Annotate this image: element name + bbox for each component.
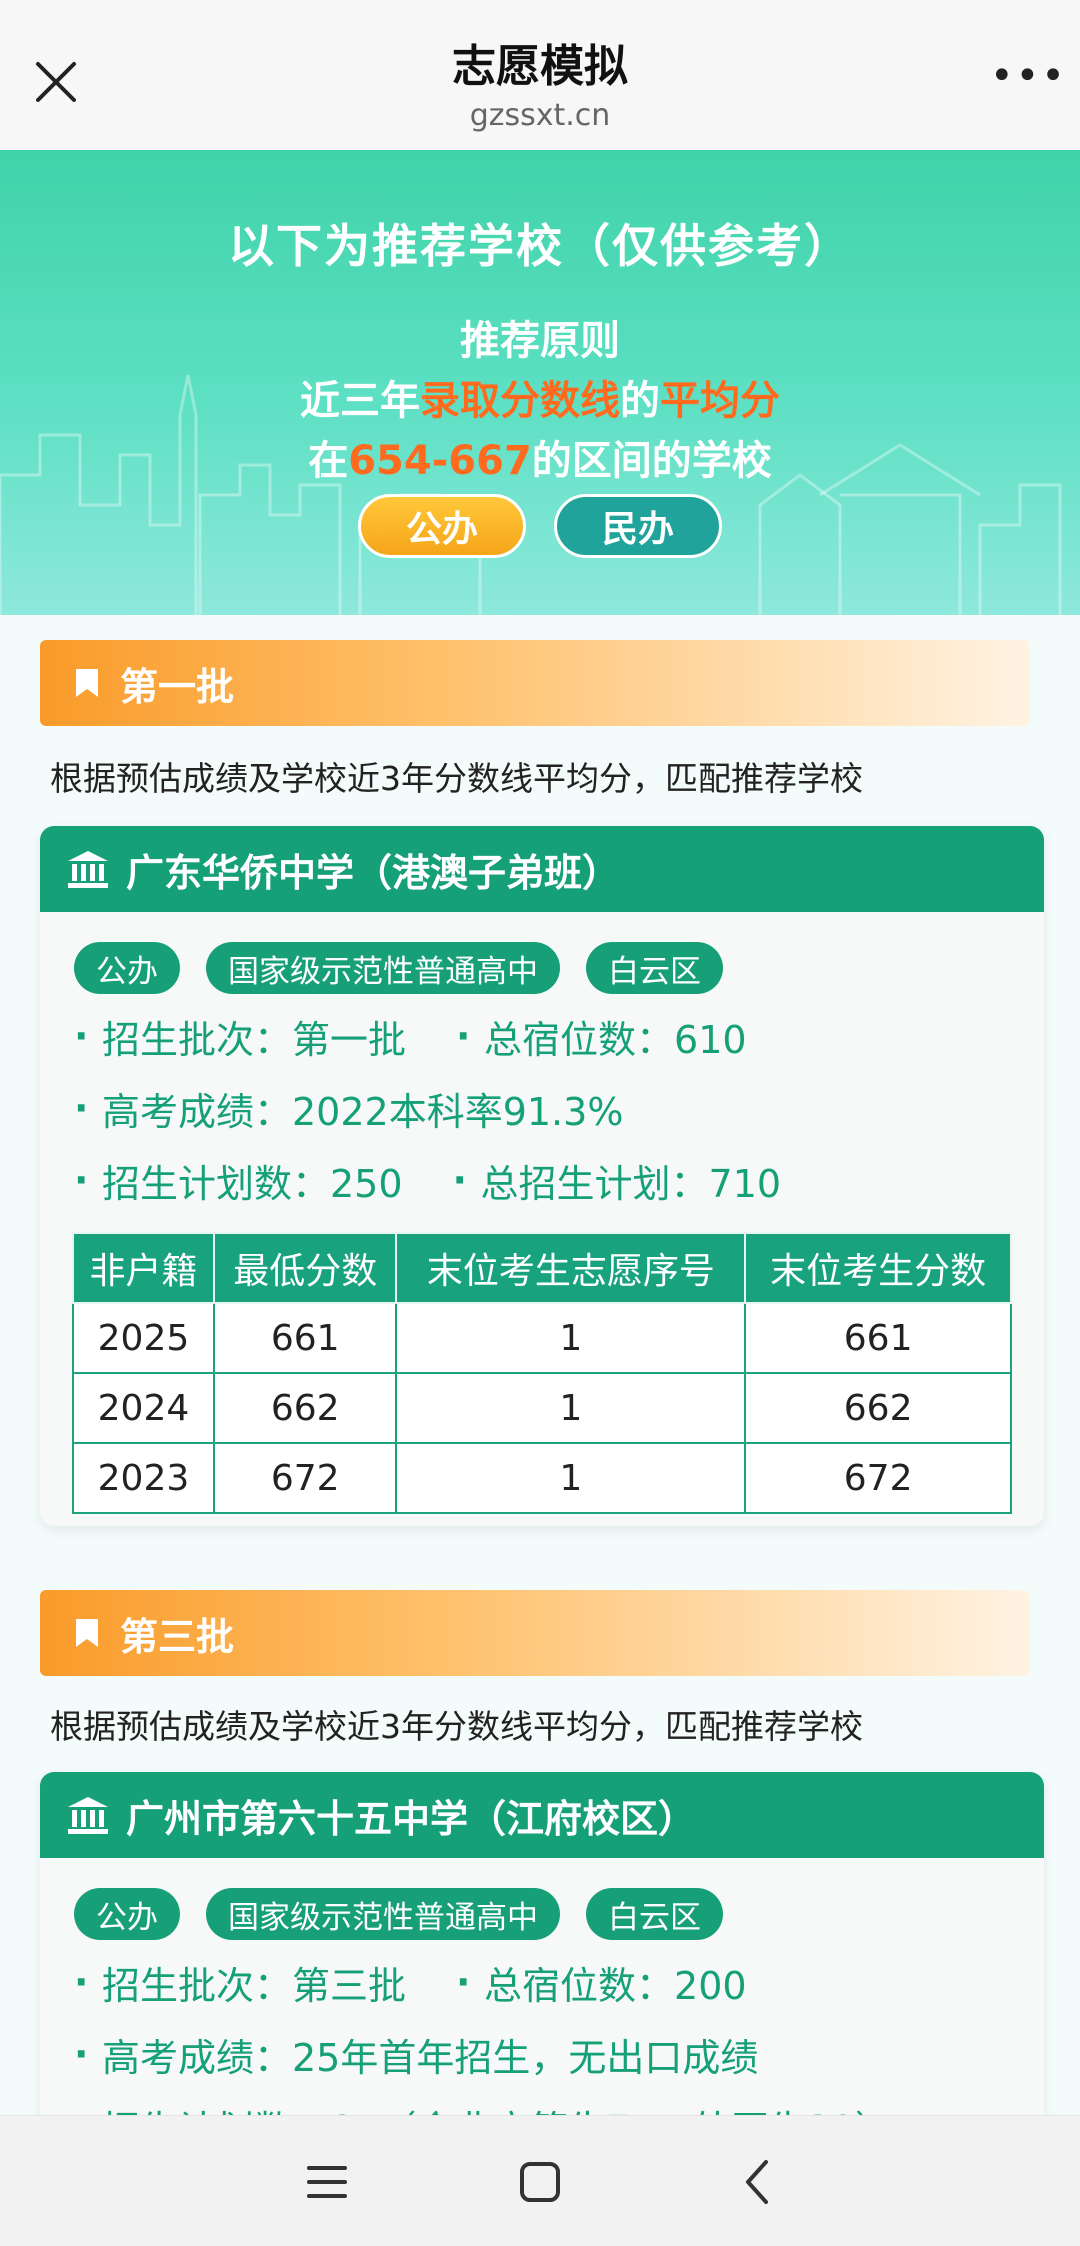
tag-type: 公办 (74, 1888, 180, 1940)
page-title: 志愿模拟 (452, 41, 628, 92)
table-row: 2024 662 1 662 (72, 1372, 1012, 1444)
info-row-batch: · 招生批次：第一批 · 总宿位数：610 (74, 1014, 747, 1062)
school-name: 广东华侨中学（港澳子弟班） (126, 850, 621, 895)
table-header: 末位考生分数 (744, 1232, 1012, 1304)
school-card-2[interactable]: 广州市第六十五中学（江府校区） 公办 国家级示范性普通高中 白云区 · 招生批次：… (40, 1772, 1044, 2172)
school-name: 广州市第六十五中学（江府校区） (126, 1796, 697, 1841)
school-card-header: 广州市第六十五中学（江府校区） (40, 1772, 1044, 1858)
hero-title: 以下为推荐学校（仅供参考） (228, 219, 852, 273)
school-card-header: 广东华侨中学（港澳子弟班） (40, 826, 1044, 912)
public-school-button[interactable]: 公办 (358, 494, 526, 558)
page-url: gzssxt.cn (469, 98, 611, 133)
tag-district: 白云区 (586, 942, 723, 994)
recommend-banner: 以下为推荐学校（仅供参考） 推荐原则 近三年录取分数线的平均分 在654-667… (0, 150, 1080, 615)
title-bar: 志愿模拟 gzssxt.cn ••• (0, 0, 1080, 150)
info-row-batch: · 招生批次：第三批 · 总宿位数：200 (74, 1960, 747, 2008)
school-type-toggle: 公办 民办 (0, 494, 1080, 558)
tag-district: 白云区 (586, 1888, 723, 1940)
bookmark-icon (76, 669, 98, 697)
home-square-icon[interactable] (510, 2152, 570, 2212)
more-options-icon[interactable]: ••• (990, 56, 1065, 106)
table-row: 2023 672 1 672 (72, 1442, 1012, 1514)
back-chevron-icon[interactable] (728, 2152, 788, 2212)
principle-line-1: 近三年录取分数线的平均分 (300, 378, 780, 424)
score-table: 非户籍 最低分数 末位考生志愿序号 末位考生分数 2025 661 1 661 … (72, 1232, 1012, 1514)
table-header: 非户籍 (72, 1232, 215, 1304)
table-header: 末位考生志愿序号 (395, 1232, 747, 1304)
table-row: 2025 661 1 661 (72, 1302, 1012, 1374)
batch-header-1: 第一批 (40, 640, 1030, 726)
table-header: 最低分数 (212, 1232, 398, 1304)
info-row-gaokao: · 高考成绩：2022本科率91.3% (74, 1086, 624, 1134)
batch-header-3: 第三批 (40, 1590, 1030, 1676)
tag-type: 公办 (74, 942, 180, 994)
private-school-button[interactable]: 民办 (554, 494, 722, 558)
principle-label: 推荐原则 (460, 318, 620, 364)
batch-description-3: 根据预估成绩及学校近3年分数线平均分，匹配推荐学校 (50, 1707, 863, 1746)
tag-level: 国家级示范性普通高中 (206, 942, 560, 994)
info-row-plan: · 招生计划数：250 · 总招生计划：710 (74, 1158, 782, 1206)
principle-line-2: 在654-667的区间的学校 (308, 438, 772, 484)
tag-level: 国家级示范性普通高中 (206, 1888, 560, 1940)
school-building-icon (68, 851, 108, 888)
info-row-gaokao: · 高考成绩：25年首年招生，无出口成绩 (74, 2032, 759, 2080)
batch-description-1: 根据预估成绩及学校近3年分数线平均分，匹配推荐学校 (50, 759, 863, 798)
school-building-icon (68, 1797, 108, 1834)
school-card-1[interactable]: 广东华侨中学（港澳子弟班） 公办 国家级示范性普通高中 白云区 · 招生批次：第一… (40, 826, 1044, 1526)
bookmark-icon (76, 1619, 98, 1647)
menu-icon[interactable] (297, 2152, 357, 2212)
system-nav-bar (0, 2115, 1080, 2246)
school-tags: 公办 国家级示范性普通高中 白云区 (74, 942, 1044, 994)
school-tags: 公办 国家级示范性普通高中 白云区 (74, 1888, 1044, 1940)
